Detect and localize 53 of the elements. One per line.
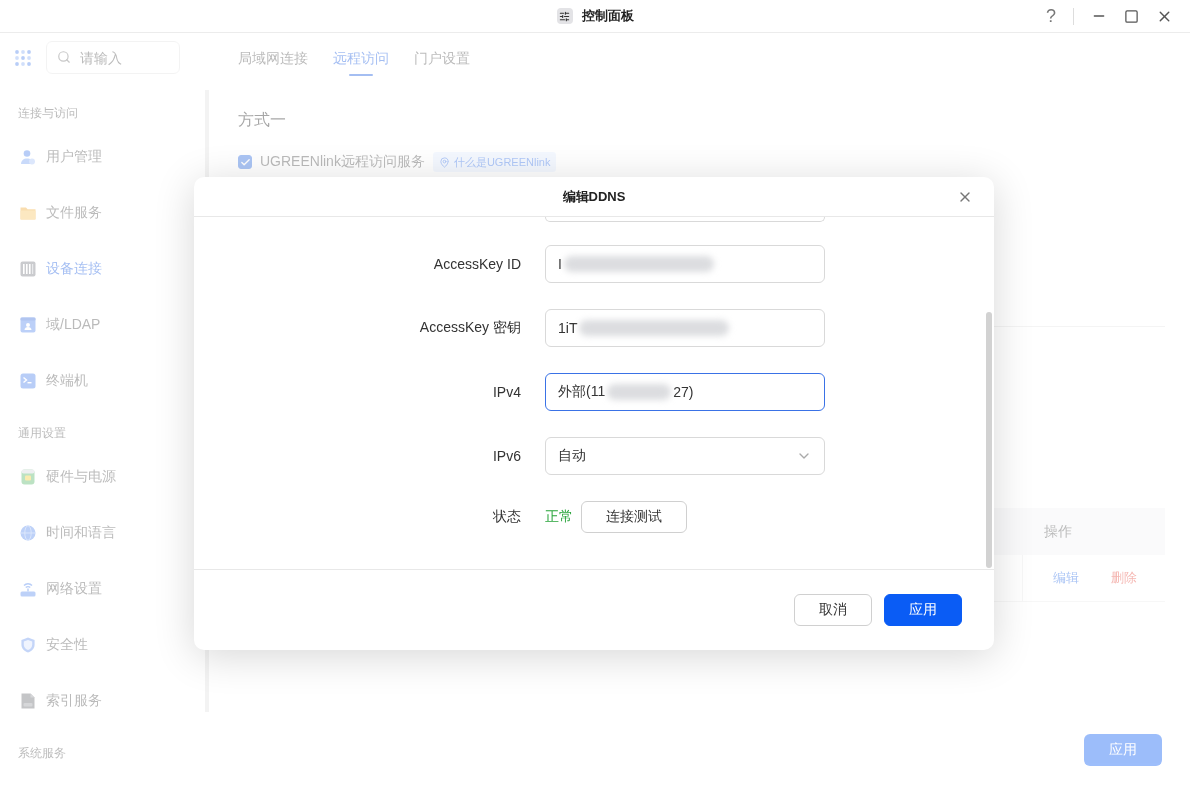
- tab[interactable]: 门户设置: [414, 48, 470, 76]
- search-icon: [57, 50, 71, 64]
- field-label: 状态: [493, 508, 521, 526]
- help-button[interactable]: ?: [1046, 6, 1056, 26]
- sidebar-item[interactable]: 文件服务: [0, 185, 205, 241]
- field-label: IPv4: [493, 384, 521, 400]
- test-connection-button[interactable]: 连接测试: [581, 501, 687, 533]
- status-text: 正常: [545, 508, 573, 526]
- globe-icon: [20, 525, 36, 541]
- maximize-icon[interactable]: [1124, 8, 1139, 24]
- select-field[interactable]: 自动: [545, 437, 825, 475]
- input-field[interactable]: 1iT: [545, 309, 825, 347]
- field-label: AccessKey ID: [433, 256, 521, 272]
- dialog-title: 编辑DDNS: [562, 187, 626, 206]
- sidebar-item[interactable]: 网络设置: [0, 561, 205, 617]
- sliders-icon: [556, 8, 573, 24]
- id-card-icon: [20, 317, 36, 333]
- checkbox-label: UGREENlink远程访问服务: [260, 153, 425, 171]
- search-field[interactable]: 请输入: [46, 41, 180, 74]
- sidebar-item[interactable]: 终端机: [0, 353, 205, 409]
- sidebar-item[interactable]: 用户管理: [0, 129, 205, 185]
- shield-icon: [20, 637, 36, 653]
- terminal-icon: [20, 373, 36, 389]
- window-title: 控制面板: [581, 7, 634, 25]
- section-title: 系统服务: [17, 745, 67, 762]
- folder-icon: [20, 205, 36, 221]
- input-field[interactable]: 外部(11 27): [545, 373, 825, 411]
- sidebar-item[interactable]: 域/LDAP: [0, 297, 205, 353]
- field-label: AccessKey 密钥: [419, 319, 521, 337]
- box-icon: [20, 469, 36, 485]
- cancel-button[interactable]: 取消: [794, 594, 872, 626]
- sidebar-item[interactable]: 硬件与电源: [0, 449, 205, 505]
- sidebar-item[interactable]: 索引服务: [0, 673, 205, 729]
- router-icon: [20, 581, 36, 597]
- apply-button[interactable]: 应用: [1084, 734, 1162, 766]
- field-label: IPv6: [493, 448, 521, 464]
- column-header: 操作: [1043, 522, 1073, 541]
- checkbox[interactable]: [238, 155, 252, 169]
- sidebar-item[interactable]: 设备连接: [0, 241, 205, 297]
- edit-link[interactable]: 编辑: [1053, 569, 1079, 587]
- scrollbar[interactable]: [986, 312, 992, 568]
- tab[interactable]: 远程访问: [333, 48, 389, 76]
- tab[interactable]: 局域网连接: [238, 48, 308, 76]
- apply-button[interactable]: 应用: [884, 594, 962, 626]
- input-field[interactable]: I: [545, 245, 825, 283]
- delete-link[interactable]: 删除: [1111, 569, 1137, 587]
- sidebar-item[interactable]: 安全性: [0, 617, 205, 673]
- document-icon: [20, 693, 36, 709]
- user-icon: [20, 149, 36, 165]
- sidebar-item[interactable]: 时间和语言: [0, 505, 205, 561]
- drive-icon: [20, 261, 36, 277]
- location-pin-icon: [438, 156, 450, 168]
- section-heading: 方式一: [238, 110, 287, 130]
